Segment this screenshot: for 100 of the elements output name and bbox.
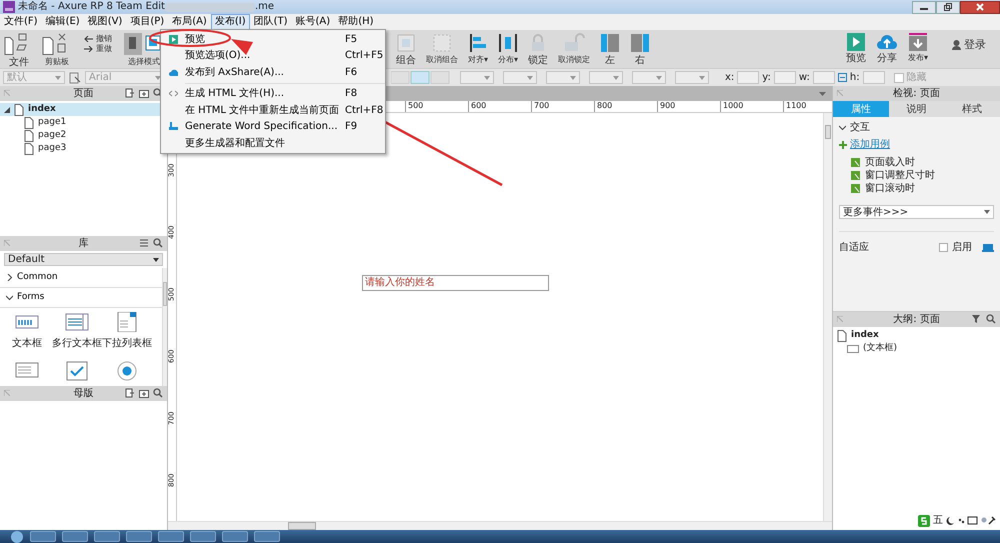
tab[interactable]: 说明 — [888, 101, 944, 117]
textbox-icon — [847, 344, 859, 352]
toolbar-button[interactable]: 剪贴板 — [38, 33, 76, 68]
menu-item[interactable]: 团队(T) — [250, 14, 292, 30]
start-orb-icon — [10, 530, 24, 542]
folder-icon — [139, 388, 149, 398]
toolbar-button[interactable]: 左 — [596, 33, 624, 66]
split-left-icon — [600, 33, 620, 53]
toolbar-button[interactable]: 文件 — [0, 33, 38, 68]
taskbar-app-icon[interactable] — [190, 531, 216, 542]
toolbar-button[interactable]: 分布▾ — [494, 33, 522, 66]
toolbar-button[interactable]: 撤销 — [80, 35, 116, 43]
menu-item[interactable]: 项目(P) — [126, 14, 168, 30]
caret-icon — [699, 76, 705, 80]
tab[interactable]: 样式 — [944, 101, 1000, 117]
toolbar-button[interactable]: 取消锁定 — [554, 33, 594, 66]
line-width-select[interactable] — [589, 71, 623, 84]
caret-icon — [153, 258, 159, 262]
menu-item[interactable]: 账号(A) — [292, 14, 334, 30]
login-button[interactable]: 登录 — [948, 39, 990, 50]
taskbar-app-icon[interactable] — [62, 531, 88, 542]
menu-item[interactable]: 帮助(H) — [334, 14, 378, 30]
scrollbar[interactable] — [162, 268, 167, 386]
arrow-style-select[interactable] — [675, 71, 709, 84]
panel-title: 页面 — [74, 87, 94, 101]
tree-item[interactable]: index — [837, 329, 996, 342]
add-case-link[interactable]: 添加用例 — [850, 137, 890, 152]
plus-icon — [839, 140, 847, 148]
taskbar-app-icon[interactable] — [126, 531, 152, 542]
menu-item[interactable]: 发布(I) — [210, 14, 250, 30]
collapse-icon — [4, 90, 10, 96]
menu-item[interactable]: 预览选项(O)... Ctrl+F5 — [161, 48, 385, 64]
collapse-icon — [4, 240, 10, 246]
shadow-select[interactable] — [503, 71, 537, 84]
split-right-icon — [630, 33, 650, 53]
scrollbar[interactable] — [168, 521, 832, 530]
menu-item[interactable]: 生成 HTML 文件(H)... F8 — [161, 86, 385, 102]
tree-item[interactable]: (文本框) — [837, 342, 996, 355]
toolbar-button[interactable]: 预览 — [842, 33, 870, 64]
input-field[interactable] — [774, 71, 796, 84]
event-item[interactable]: 窗口调整尺寸时 — [865, 168, 935, 183]
user-icon — [952, 40, 961, 50]
taskbar-app-icon[interactable] — [158, 531, 184, 542]
close-button[interactable] — [960, 0, 1000, 14]
library-select[interactable]: Default — [4, 253, 163, 266]
widget-item[interactable]: 下拉列表框 — [102, 312, 152, 351]
toolbar-button[interactable]: 右 — [626, 33, 654, 66]
menu-item[interactable]: 视图(V) — [84, 14, 126, 30]
section-header[interactable]: 交互 — [839, 121, 994, 134]
menu-item[interactable]: 文件(F) — [0, 14, 42, 30]
toolbar-button[interactable]: 发布▾ — [904, 33, 932, 62]
paint-format-icon — [69, 72, 81, 84]
event-icon — [851, 158, 860, 167]
taskbar-app-icon[interactable] — [94, 531, 120, 542]
menu-icon — [139, 238, 149, 248]
more-events-select[interactable]: 更多事件>>> — [839, 205, 994, 219]
event-item[interactable]: 窗口滚动时 — [865, 181, 915, 196]
document-icon — [168, 122, 178, 132]
code-icon — [168, 89, 178, 98]
taskbar-app-icon[interactable] — [254, 531, 280, 542]
unlock-icon — [562, 33, 586, 53]
page-icon — [24, 130, 34, 142]
toolbar-button[interactable]: 分享 — [872, 33, 902, 64]
toolbar-button[interactable]: 取消组合 — [422, 33, 462, 66]
adaptive-label: 自适应 — [839, 240, 869, 255]
line-style-select[interactable] — [632, 71, 666, 84]
collapse-icon — [4, 390, 10, 396]
text-field[interactable]: 请输入你的姓名 — [362, 275, 549, 291]
taskbar-app-icon[interactable] — [30, 531, 56, 542]
taskbar-app-icon[interactable] — [222, 531, 248, 542]
add-page-icon — [125, 388, 135, 398]
fill-select[interactable] — [460, 71, 494, 84]
checkbox[interactable] — [939, 243, 948, 252]
field-label: y: — [762, 71, 771, 85]
checkbox-label: 隐藏 — [906, 70, 927, 85]
devices-icon — [982, 244, 994, 252]
toolbar-button[interactable]: 对齐▾ — [464, 33, 492, 66]
checkbox[interactable] — [894, 72, 904, 82]
field-label: w: — [798, 71, 810, 85]
minimize-button[interactable] — [912, 0, 936, 14]
input-field[interactable] — [812, 71, 835, 84]
widget-item[interactable]: 多行文本框 — [52, 312, 102, 351]
event-item[interactable]: 页面载入时 — [865, 155, 915, 170]
maximize-button[interactable] — [936, 0, 960, 14]
menu-item[interactable]: 布局(A) — [168, 14, 211, 30]
add-page-icon — [125, 88, 135, 98]
scrollbar[interactable] — [823, 113, 832, 521]
widget-item[interactable]: 文本框 — [2, 312, 52, 351]
link-icon — [838, 73, 847, 82]
page-icon — [24, 116, 34, 128]
caret-icon — [984, 210, 990, 214]
toolbar-button[interactable]: 组合 — [392, 33, 420, 66]
toolbar-button[interactable]: 重做 — [80, 45, 116, 53]
menu-item[interactable]: 编辑(E) — [42, 14, 84, 30]
app-icon — [3, 1, 15, 13]
input-field[interactable] — [862, 71, 885, 84]
input-field[interactable] — [737, 71, 760, 84]
ungroup-icon — [432, 33, 452, 53]
toolbar-button[interactable]: 锁定 — [524, 33, 552, 66]
line-color-select[interactable] — [546, 71, 580, 84]
